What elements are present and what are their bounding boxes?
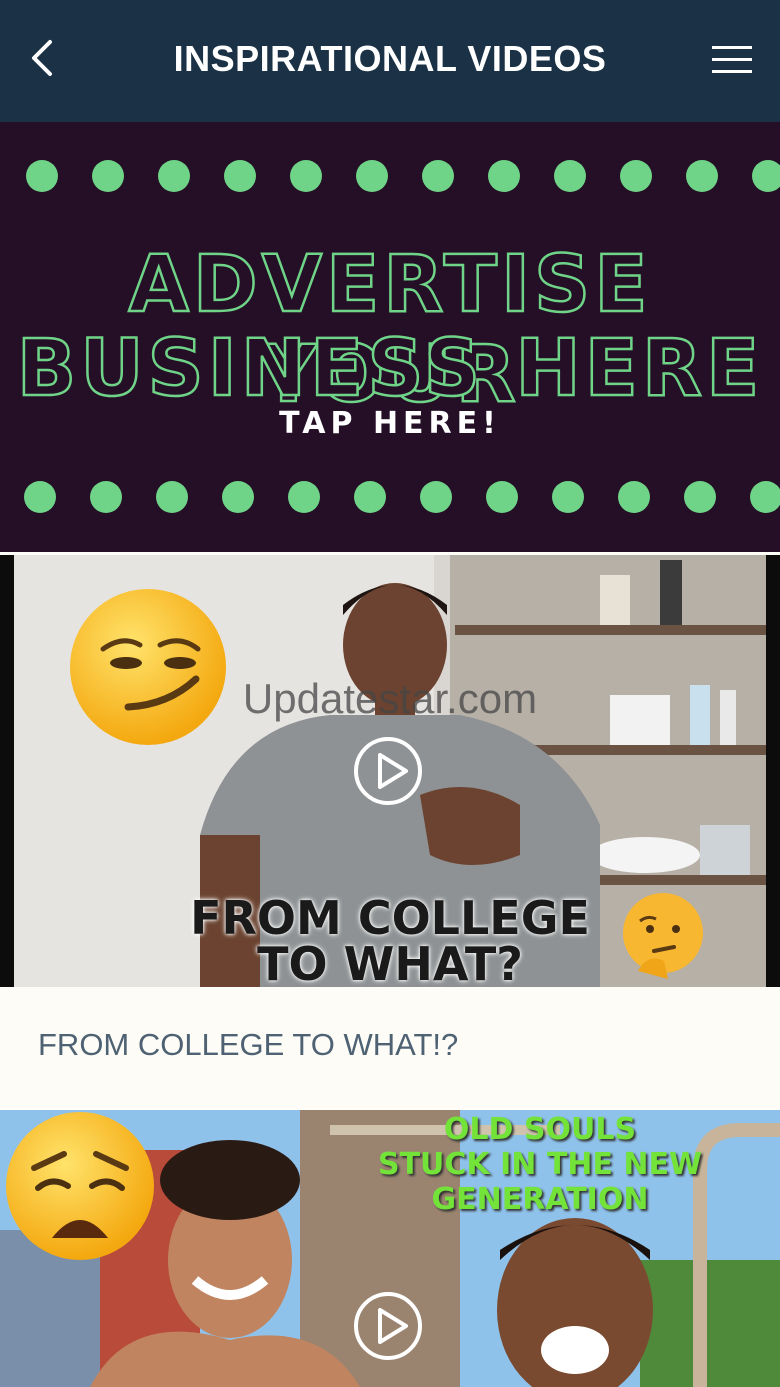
menu-button[interactable] — [710, 42, 754, 78]
video-caption-area[interactable]: FROM COLLEGE TO WHAT!? — [0, 987, 780, 1107]
smirking-face-icon — [70, 589, 226, 745]
video-overlay-title: OLD SOULS STUCK IN THE NEW GENERATION — [330, 1112, 750, 1217]
play-icon[interactable] — [352, 735, 424, 807]
overlay-title-line2: STUCK IN THE NEW — [377, 1147, 703, 1182]
weary-face-icon — [6, 1112, 154, 1260]
hamburger-menu-icon — [712, 46, 752, 73]
video-card[interactable]: OLD SOULS STUCK IN THE NEW GENERATION — [0, 1110, 780, 1387]
decorative-dots — [26, 160, 780, 192]
watermark-text: Updatestar.com — [242, 675, 538, 722]
overlay-title-line1: FROM COLLEGE — [190, 891, 590, 945]
ad-tap-here-text: TAP HERE! — [279, 406, 501, 441]
overlay-title-line3: GENERATION — [431, 1182, 649, 1217]
video-overlay-title: FROM COLLEGE TO WHAT? — [0, 895, 780, 987]
overlay-title-line2: TO WHAT? — [257, 937, 523, 987]
page-title: INSPIRATIONAL VIDEOS — [173, 38, 607, 79]
video-card[interactable]: Updatestar.com FROM COLLEGE TO WHAT? FRO… — [0, 555, 780, 1107]
advertisement-banner[interactable]: ADVERTISE YOUR BUSINESS HERE TAP HERE! — [0, 122, 780, 552]
app-header: INSPIRATIONAL VIDEOS — [0, 0, 780, 122]
overlay-title-line1: OLD SOULS — [443, 1112, 637, 1147]
video-thumbnail[interactable]: OLD SOULS STUCK IN THE NEW GENERATION — [0, 1110, 780, 1387]
video-thumbnail[interactable]: Updatestar.com FROM COLLEGE TO WHAT? — [0, 555, 780, 987]
play-icon[interactable] — [352, 1290, 424, 1362]
decorative-dots — [24, 481, 780, 513]
video-caption: FROM COLLEGE TO WHAT!? — [38, 1027, 459, 1062]
ad-headline-line2: BUSINESS HERE — [16, 323, 764, 416]
